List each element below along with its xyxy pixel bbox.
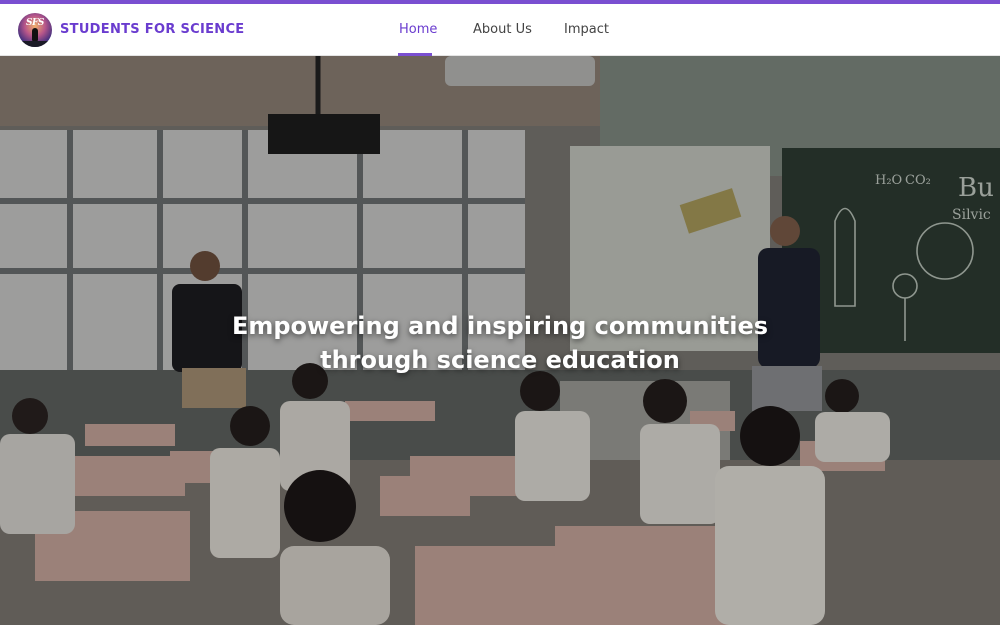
main-nav: Home About Us Impact — [0, 4, 1000, 56]
hero-headline: Empowering and inspiring communities thr… — [0, 309, 1000, 377]
site-header: SFS STUDENTS FOR SCIENCE Home About Us I… — [0, 4, 1000, 56]
hero-section: H₂O CO₂ Bu Silvic Empowering and inspiri… — [0, 56, 1000, 625]
nav-home[interactable]: Home — [399, 22, 437, 37]
hero-headline-line1: Empowering and inspiring communities — [231, 312, 769, 340]
nav-about-us[interactable]: About Us — [473, 22, 532, 37]
nav-impact[interactable]: Impact — [564, 22, 609, 37]
hero-headline-line2: through science education — [320, 346, 680, 374]
